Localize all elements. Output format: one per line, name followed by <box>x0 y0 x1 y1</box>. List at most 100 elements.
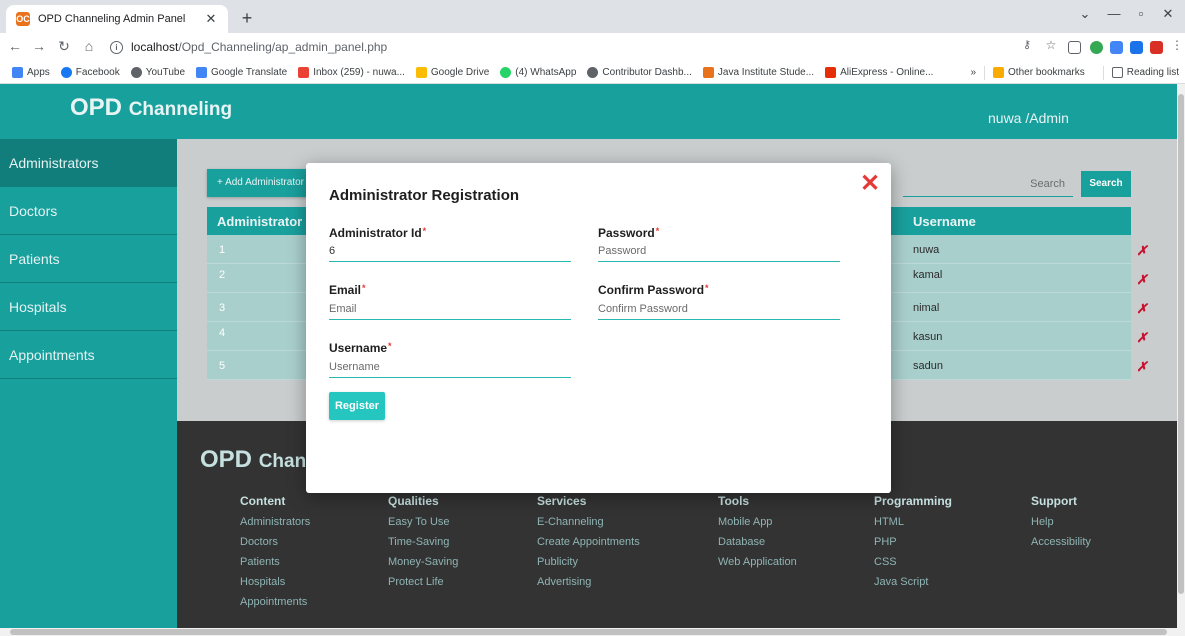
password-input[interactable] <box>598 240 840 262</box>
footer-link[interactable]: Mobile App <box>718 516 797 536</box>
reading-list[interactable]: Reading list <box>1111 67 1179 78</box>
tab-search-icon[interactable]: ⌄ <box>1075 6 1095 22</box>
bookmark-facebook[interactable]: Facebook <box>60 66 120 78</box>
window-close-icon[interactable]: ✕ <box>1158 6 1178 22</box>
bookmarks-bar: Apps Facebook YouTube Google Translate I… <box>0 61 1185 84</box>
bookmark-apps[interactable]: Apps <box>12 66 50 78</box>
footer-link[interactable]: E-Channeling <box>537 516 640 536</box>
scrollbar-thumb[interactable] <box>1178 94 1184 594</box>
footer-link[interactable]: HTML <box>874 516 952 536</box>
delete-row-icon[interactable]: ✗ <box>1134 243 1150 259</box>
bookmark-contributor[interactable]: Contributor Dashb... <box>587 66 692 78</box>
sidebar-item-hospitals[interactable]: Hospitals <box>0 283 177 331</box>
bookmark-java-institute[interactable]: Java Institute Stude... <box>702 66 814 78</box>
password-label: Password* <box>598 226 659 240</box>
extension-grammarly-icon[interactable] <box>1090 41 1103 54</box>
browser-tab[interactable]: OC OPD Channeling Admin Panel ✕ <box>6 5 228 33</box>
user-label: nuwa /Admin <box>988 110 1069 126</box>
browser-toolbar: ← → ↻ ⌂ i localhost /Opd_Channeling/ap_a… <box>0 33 1185 61</box>
delete-row-icon[interactable]: ✗ <box>1134 330 1150 346</box>
footer-link[interactable]: Advertising <box>537 576 640 596</box>
maximize-icon[interactable]: ▫ <box>1131 6 1151 21</box>
site-header: OPD Channeling nuwa /Admin <box>0 84 1177 139</box>
extension-blue-icon[interactable] <box>1130 41 1143 54</box>
home-icon[interactable]: ⌂ <box>80 38 98 54</box>
menu-dots-icon[interactable]: ⋮ <box>1168 38 1185 52</box>
tab-close-icon[interactable]: ✕ <box>204 11 218 27</box>
forward-icon[interactable]: → <box>30 38 48 54</box>
url-host: localhost <box>131 40 179 54</box>
footer-link[interactable]: Create Appointments <box>537 536 640 556</box>
tab-title: OPD Channeling Admin Panel <box>38 13 186 25</box>
key-icon[interactable]: ⚷ <box>1018 38 1036 51</box>
footer-link[interactable]: CSS <box>874 556 952 576</box>
bookmarks-right: » Other bookmarks Reading list <box>964 61 1179 83</box>
bookmark-aliexpress[interactable]: AliExpress - Online... <box>825 66 933 78</box>
bookmark-gmail[interactable]: Inbox (259) - nuwa... <box>298 66 405 78</box>
search-input[interactable]: Search <box>903 171 1073 197</box>
footer-link[interactable]: Time-Saving <box>388 536 458 556</box>
bookmark-whatsapp[interactable]: (4) WhatsApp <box>500 66 576 78</box>
extension-reader-icon[interactable] <box>1068 41 1081 54</box>
footer-heading: Qualities <box>388 494 439 508</box>
delete-row-icon[interactable]: ✗ <box>1134 359 1150 375</box>
vertical-scrollbar[interactable] <box>1177 84 1185 636</box>
reading-list-icon <box>1111 67 1123 78</box>
footer-link[interactable]: Database <box>718 536 797 556</box>
register-button[interactable]: Register <box>329 392 385 420</box>
footer-link[interactable]: Hospitals <box>240 576 310 596</box>
required-mark: * <box>705 283 709 293</box>
confirm-password-input[interactable] <box>598 298 840 320</box>
divider <box>984 65 986 80</box>
site-brand[interactable]: OPD Channeling <box>70 94 232 122</box>
username-input[interactable] <box>329 356 571 378</box>
brand-small: Channeling <box>128 99 233 120</box>
username-label-text: Username <box>329 341 388 355</box>
bookmark-star-icon[interactable]: ☆ <box>1042 38 1060 52</box>
aliexpress-icon <box>825 66 837 78</box>
footer-link[interactable]: Appointments <box>240 596 310 616</box>
site-info-icon[interactable]: i <box>110 40 123 54</box>
footer-link[interactable]: Administrators <box>240 516 310 536</box>
footer-link[interactable]: Money-Saving <box>388 556 458 576</box>
footer-link[interactable]: Accessibility <box>1031 536 1091 556</box>
horizontal-scrollbar[interactable] <box>0 628 1177 636</box>
reload-icon[interactable]: ↻ <box>55 38 73 55</box>
sidebar-item-doctors[interactable]: Doctors <box>0 187 177 235</box>
email-input[interactable] <box>329 298 571 320</box>
translate-icon <box>196 66 208 78</box>
address-bar[interactable]: i localhost /Opd_Channeling/ap_admin_pan… <box>110 36 980 58</box>
back-icon[interactable]: ← <box>6 38 24 54</box>
globe-icon <box>587 66 599 78</box>
delete-row-icon[interactable]: ✗ <box>1134 301 1150 317</box>
footer-link[interactable]: Patients <box>240 556 310 576</box>
sidebar-item-administrators[interactable]: Administrators <box>0 139 177 187</box>
admin-id-input[interactable] <box>329 240 571 262</box>
new-tab-button[interactable]: + <box>236 8 258 30</box>
extension-pdf-icon[interactable] <box>1150 41 1163 54</box>
footer-link[interactable]: Easy To Use <box>388 516 458 536</box>
scrollbar-thumb[interactable] <box>10 629 1167 635</box>
bookmark-youtube[interactable]: YouTube <box>130 66 185 78</box>
sidebar-item-patients[interactable]: Patients <box>0 235 177 283</box>
footer-link[interactable]: Java Script <box>874 576 952 596</box>
minimize-icon[interactable]: — <box>1104 6 1124 21</box>
footer-link[interactable]: Help <box>1031 516 1091 536</box>
footer-link[interactable]: Publicity <box>537 556 640 576</box>
cell-id: 2 <box>219 269 226 281</box>
bookmarks-overflow-icon[interactable]: » <box>970 67 976 78</box>
search-button[interactable]: Search <box>1081 171 1131 197</box>
footer-link[interactable]: Protect Life <box>388 576 458 596</box>
footer-link[interactable]: Doctors <box>240 536 310 556</box>
other-bookmarks[interactable]: Other bookmarks <box>993 67 1085 78</box>
footer-link[interactable]: PHP <box>874 536 952 556</box>
footer-link[interactable]: Web Application <box>718 556 797 576</box>
footer-brand-big: OPD <box>200 446 253 473</box>
close-icon[interactable]: ✕ <box>858 172 882 197</box>
delete-row-icon[interactable]: ✗ <box>1134 272 1150 288</box>
bookmark-google-drive[interactable]: Google Drive <box>415 66 489 78</box>
sidebar-item-appointments[interactable]: Appointments <box>0 331 177 379</box>
extension-translate-icon[interactable] <box>1110 41 1123 54</box>
bookmark-google-translate[interactable]: Google Translate <box>196 66 287 78</box>
confirm-password-label-text: Confirm Password <box>598 283 705 297</box>
